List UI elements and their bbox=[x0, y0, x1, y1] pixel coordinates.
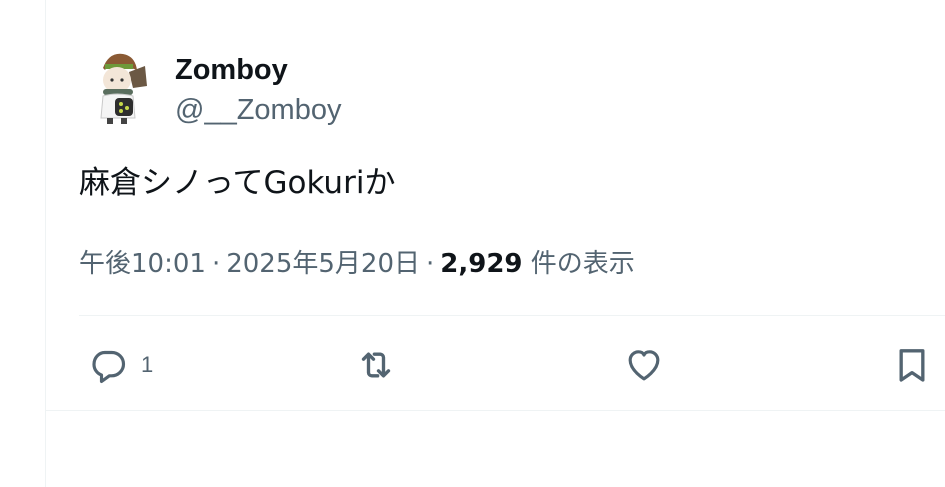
repost-icon bbox=[361, 352, 391, 378]
like-button[interactable] bbox=[624, 343, 664, 387]
author-name[interactable]: Zomboy bbox=[175, 52, 288, 88]
divider bbox=[79, 315, 945, 316]
bookmark-icon bbox=[899, 349, 925, 382]
avatar[interactable] bbox=[79, 46, 159, 126]
meta-separator: · bbox=[211, 249, 221, 279]
author-handle[interactable]: @__Zomboy bbox=[175, 92, 341, 128]
tweet-metadata: 午後10:01 · 2025年5月20日 · 2,929 件の表示 bbox=[79, 246, 635, 282]
tweet-time[interactable]: 午後10:01 bbox=[79, 249, 206, 279]
reply-icon bbox=[92, 350, 126, 384]
meta-separator: · bbox=[426, 249, 435, 279]
bookmark-button[interactable] bbox=[892, 343, 932, 387]
tweet-date[interactable]: 2025年5月20日 bbox=[226, 249, 420, 279]
reply-count: 1 bbox=[141, 352, 154, 377]
views-label: 件の表示 bbox=[530, 249, 635, 279]
tweet-text: 麻倉シノってGokuriか bbox=[79, 165, 396, 201]
views-count: 2,929 bbox=[440, 249, 523, 279]
repost-button[interactable] bbox=[356, 343, 396, 387]
reply-button[interactable]: 1 bbox=[89, 343, 153, 387]
avatar-image bbox=[79, 46, 159, 126]
heart-icon bbox=[628, 350, 660, 381]
tweet-detail: Zomboy @__Zomboy 麻倉シノってGokuriか 午後10:01 · 2… bbox=[46, 0, 945, 487]
divider bbox=[46, 410, 945, 411]
